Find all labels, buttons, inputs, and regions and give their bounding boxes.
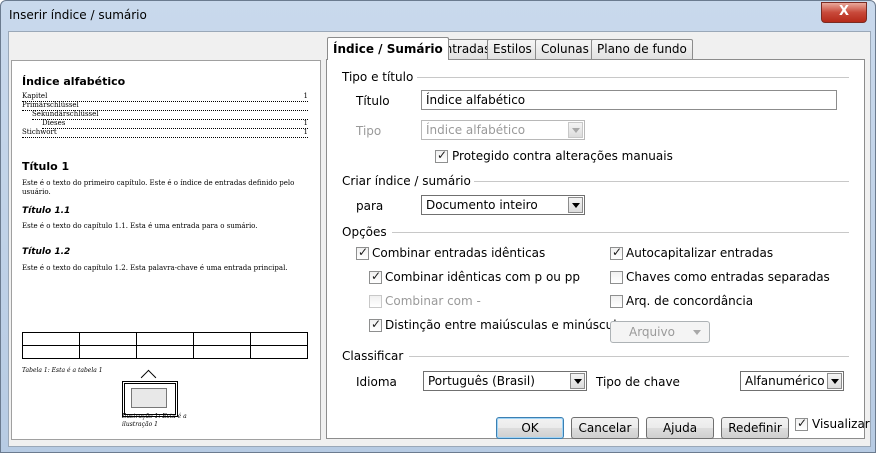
tab-background[interactable]: Plano de fundo — [591, 39, 693, 59]
case-sensitive-label: Distinção entre maiúsculas e minúsculas — [385, 318, 631, 332]
concordance-checkbox[interactable] — [610, 295, 623, 308]
combine-p-pp-label: Combinar idênticas com p ou pp — [385, 270, 580, 284]
key-type-select-value: Alfanumérico — [745, 374, 825, 388]
combine-identical-checkbox[interactable] — [356, 245, 369, 260]
language-label: Idioma — [356, 375, 397, 389]
reset-button[interactable]: Redefinir — [721, 417, 789, 439]
language-select-value: Português (Brasil) — [428, 374, 535, 388]
type-label: Tipo — [356, 124, 382, 138]
file-button-label: Arquivo — [629, 325, 675, 339]
tab-styles[interactable]: Estilos — [487, 39, 538, 59]
for-select[interactable]: Documento inteiro — [421, 195, 585, 215]
section-divider — [392, 232, 849, 233]
concordance-label: Arq. de concordância — [626, 294, 754, 308]
language-select[interactable]: Português (Brasil) — [423, 371, 587, 391]
tab-columns[interactable]: Colunas — [535, 39, 595, 59]
window-title: Inserir índice / sumário — [9, 8, 147, 22]
preview-table-caption: Tabela 1: Esta é a tabela 1 — [22, 367, 103, 374]
preview-text-1-1: Este é o texto do capítulo 1.1. Esta é u… — [22, 222, 258, 230]
preview-heading: Índice alfabético — [22, 75, 126, 88]
dialog-window: Inserir índice / sumário X Índice alfabé… — [0, 0, 876, 453]
preview-illustration-caption: Ilustração 1: Esta é a ilustração 1 — [122, 413, 187, 428]
preview-title-1: Título 1 — [22, 160, 70, 173]
chevron-down-icon — [827, 373, 842, 389]
preview-text-1-2: Este é o texto do capítulo 1.2. Esta pal… — [22, 264, 288, 272]
preview-checkbox-label: Visualizar — [812, 417, 870, 431]
preview-pane: Índice alfabético Kapitel 1 Primärschlüss… — [11, 60, 321, 440]
preview-index-row: Stichwort 1 — [22, 128, 308, 138]
section-divider — [474, 181, 849, 182]
protected-label: Protegido contra alterações manuais — [452, 149, 673, 163]
for-select-value: Documento inteiro — [426, 198, 538, 212]
preview-illustration — [122, 369, 178, 417]
tab-index-summary[interactable]: Índice / Sumário — [327, 37, 449, 60]
autocapitalize-label: Autocapitalizar entradas — [626, 246, 774, 260]
section-type-title-header: Tipo e título — [342, 70, 414, 84]
ok-button[interactable]: OK — [496, 417, 564, 439]
close-button[interactable]: X — [821, 2, 867, 23]
picture-icon — [131, 388, 167, 408]
combine-identical-label: Combinar entradas idênticas — [372, 246, 546, 260]
section-divider — [417, 77, 849, 78]
title-bar: Inserir índice / sumário X — [1, 1, 875, 31]
tab-panel-index: Tipo e título Título Índice alfabético T… — [326, 59, 865, 439]
picture-hook-icon — [140, 369, 157, 386]
keys-separate-checkbox[interactable] — [610, 271, 623, 284]
title-label: Título — [356, 94, 390, 108]
preview-checkbox[interactable] — [795, 416, 808, 431]
section-divider — [409, 356, 849, 357]
chevron-down-icon — [693, 330, 701, 335]
preview-table — [22, 332, 308, 359]
combine-with-label: Combinar com - — [385, 294, 481, 308]
combine-p-pp-checkbox[interactable] — [369, 269, 382, 284]
protected-checkbox[interactable] — [435, 148, 448, 163]
keys-separate-label: Chaves como entradas separadas — [626, 270, 830, 284]
chevron-down-icon — [568, 197, 583, 213]
dialog-client-area: Índice alfabético Kapitel 1 Primärschlüss… — [8, 31, 871, 447]
help-button[interactable]: Ajuda — [646, 417, 714, 439]
type-select[interactable]: Índice alfabético — [421, 120, 585, 140]
preview-title-1-1: Título 1.1 — [22, 206, 71, 216]
key-type-select[interactable]: Alfanumérico — [740, 371, 844, 391]
type-select-value: Índice alfabético — [426, 123, 526, 137]
case-sensitive-checkbox[interactable] — [369, 317, 382, 332]
section-create-header: Criar índice / sumário — [342, 174, 471, 188]
chevron-down-icon — [568, 122, 583, 138]
chevron-down-icon — [570, 373, 585, 389]
key-type-label: Tipo de chave — [596, 375, 680, 389]
section-sort-header: Classificar — [342, 349, 404, 363]
preview-text-1: Este é o texto do primeiro capítulo. Est… — [22, 179, 295, 196]
for-label: para — [356, 199, 384, 213]
preview-title-1-2: Título 1.2 — [22, 247, 71, 257]
title-input[interactable]: Índice alfabético — [421, 90, 837, 110]
section-options-header: Opções — [342, 225, 387, 239]
combine-with-checkbox[interactable] — [369, 295, 382, 308]
autocapitalize-checkbox[interactable] — [610, 245, 623, 260]
cancel-button[interactable]: Cancelar — [571, 417, 639, 439]
file-button[interactable]: Arquivo — [610, 321, 710, 343]
